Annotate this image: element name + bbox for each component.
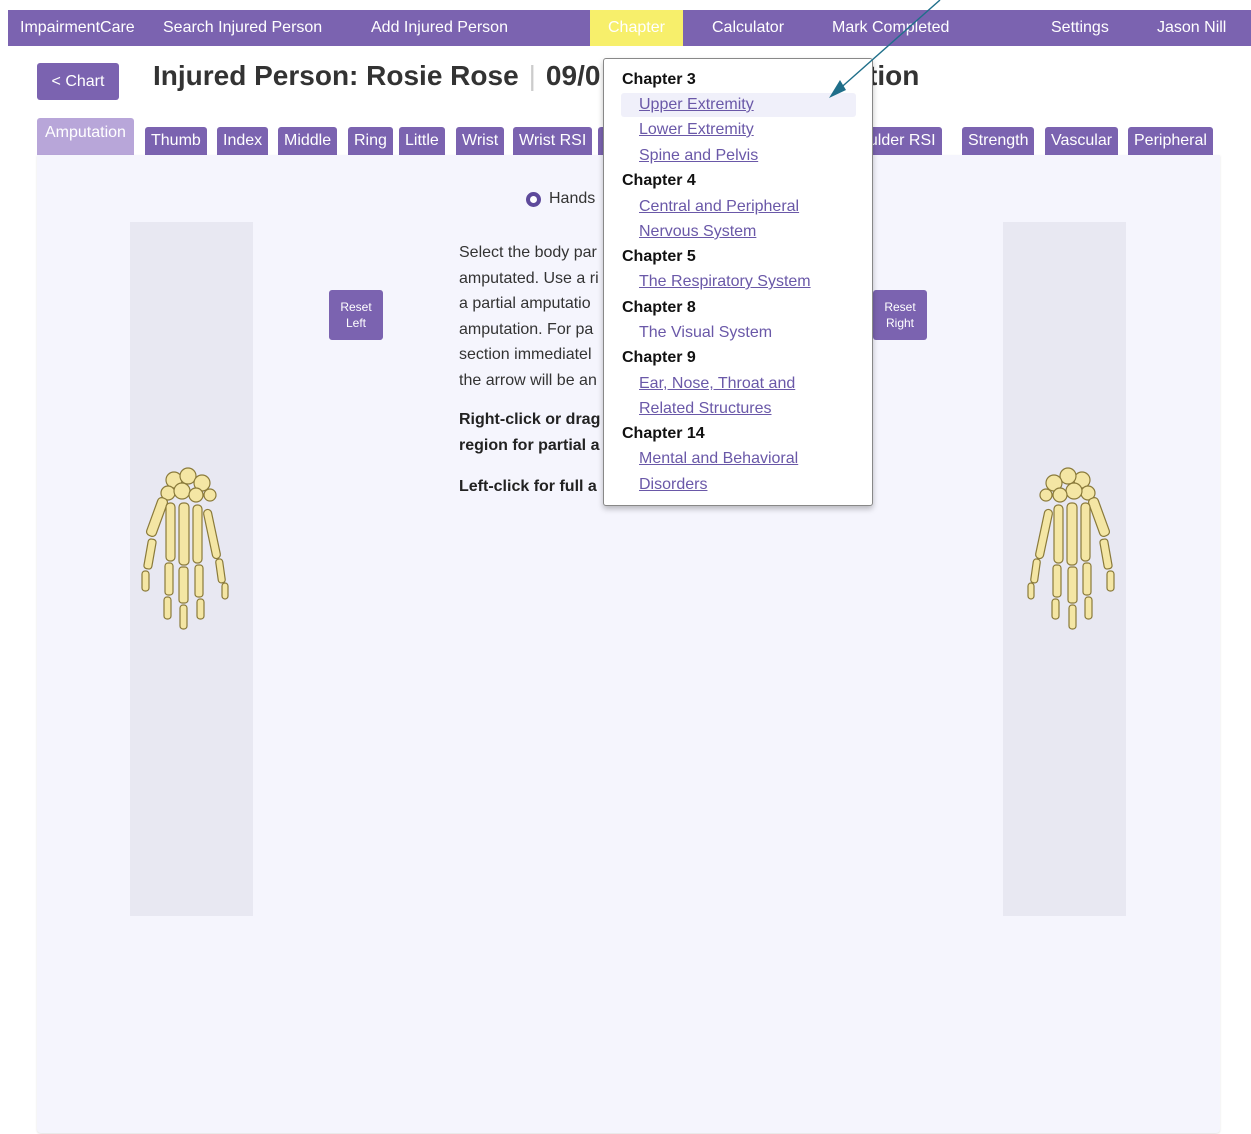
back-to-chart-button[interactable]: < Chart: [37, 63, 119, 100]
dropdown-heading-chapter-4: Chapter 4: [622, 172, 696, 189]
tab-vascular[interactable]: Vascular: [1045, 127, 1119, 155]
tab-little[interactable]: Little: [399, 127, 445, 155]
radio-selected-icon[interactable]: [526, 191, 541, 207]
link-mental-and-behavioral[interactable]: Mental and Behavioral: [639, 450, 798, 468]
instructions-line: amputation. For pa: [459, 320, 594, 338]
instructions-bold-line: region for partial a: [459, 436, 600, 454]
left-hand-skeleton[interactable]: [138, 465, 244, 665]
nav-user[interactable]: Jason Nill: [1157, 10, 1226, 46]
page-title-tail: tion: [868, 60, 920, 91]
link-lower-extremity[interactable]: Lower Extremity: [639, 121, 754, 139]
link-central-and-peripheral[interactable]: Central and Peripheral: [639, 198, 799, 216]
page-title-text: Injured Person: Rosie Rose: [153, 60, 519, 91]
link-respiratory-system[interactable]: The Respiratory System: [639, 273, 811, 291]
instructions-line: the arrow will be an: [459, 371, 597, 389]
dropdown-heading-chapter-9: Chapter 9: [622, 349, 696, 366]
link-visual-system[interactable]: The Visual System: [639, 324, 772, 342]
reset-left-line2: Left: [345, 316, 366, 330]
tab-peripheral[interactable]: Peripheral: [1128, 127, 1213, 155]
reset-right-button[interactable]: Reset Right: [873, 290, 927, 340]
nav-settings[interactable]: Settings: [1051, 10, 1109, 46]
instructions-line: a partial amputatio: [459, 295, 591, 312]
chapter-dropdown-menu: Chapter 3 Upper Extremity Lower Extremit…: [603, 58, 873, 506]
nav-brand[interactable]: ImpairmentCare: [20, 10, 135, 46]
instructions-line: Select the body par: [459, 244, 597, 261]
dropdown-heading-chapter-5: Chapter 5: [622, 248, 696, 265]
tab-wrist-rsi[interactable]: Wrist RSI: [513, 127, 593, 155]
reset-left-line1: Reset: [340, 300, 372, 314]
instructions-bold-line: Right-click or drag: [459, 411, 601, 428]
reset-right-line2: Right: [885, 316, 914, 330]
page-title: Injured Person: Rosie Rose | 09/0: [153, 60, 600, 92]
link-ear-nose-throat[interactable]: Ear, Nose, Throat and: [639, 375, 795, 393]
nav-chapter[interactable]: Chapter: [590, 10, 683, 46]
link-disorders[interactable]: Disorders: [639, 476, 707, 494]
title-separator: |: [528, 60, 536, 91]
tab-ring[interactable]: Ring: [348, 127, 393, 155]
tab-strength[interactable]: Strength: [962, 127, 1035, 155]
tab-middle[interactable]: Middle: [278, 127, 338, 155]
top-nav: ImpairmentCare Search Injured Person Add…: [8, 10, 1251, 46]
right-hand-skeleton[interactable]: [1012, 465, 1118, 665]
link-related-structures[interactable]: Related Structures: [639, 400, 772, 418]
link-nervous-system[interactable]: Nervous System: [639, 223, 756, 241]
tab-index[interactable]: Index: [217, 127, 269, 155]
reset-left-button[interactable]: Reset Left: [329, 290, 383, 340]
tab-wrist[interactable]: Wrist: [456, 127, 505, 155]
nav-search-injured-person[interactable]: Search Injured Person: [163, 10, 322, 46]
dropdown-heading-chapter-8: Chapter 8: [622, 299, 696, 316]
hands-radio-label: Hands: [549, 190, 596, 207]
instructions-bold-full: Left-click for full a: [459, 478, 597, 495]
nav-calculator[interactable]: Calculator: [712, 10, 784, 46]
page-title-date: 09/0: [545, 60, 601, 91]
nav-mark-completed[interactable]: Mark Completed: [832, 10, 949, 46]
instructions-text: Select the body par amputated. Use a ri …: [459, 240, 609, 393]
reset-right-line1: Reset: [884, 300, 916, 314]
nav-add-injured-person[interactable]: Add Injured Person: [371, 10, 508, 46]
instructions-line: section immediatel: [459, 346, 592, 363]
link-spine-and-pelvis[interactable]: Spine and Pelvis: [639, 147, 758, 165]
tab-thumb[interactable]: Thumb: [145, 127, 207, 155]
instructions-line: amputated. Use a ri: [459, 269, 599, 287]
tab-amputation[interactable]: Amputation: [37, 118, 134, 155]
hands-radio-option[interactable]: Hands: [526, 190, 595, 208]
dropdown-heading-chapter-14: Chapter 14: [622, 425, 705, 442]
instructions-bold-partial: Right-click or drag region for partial a: [459, 407, 609, 458]
dropdown-heading-chapter-3: Chapter 3: [622, 71, 696, 88]
link-upper-extremity[interactable]: Upper Extremity: [639, 96, 754, 114]
